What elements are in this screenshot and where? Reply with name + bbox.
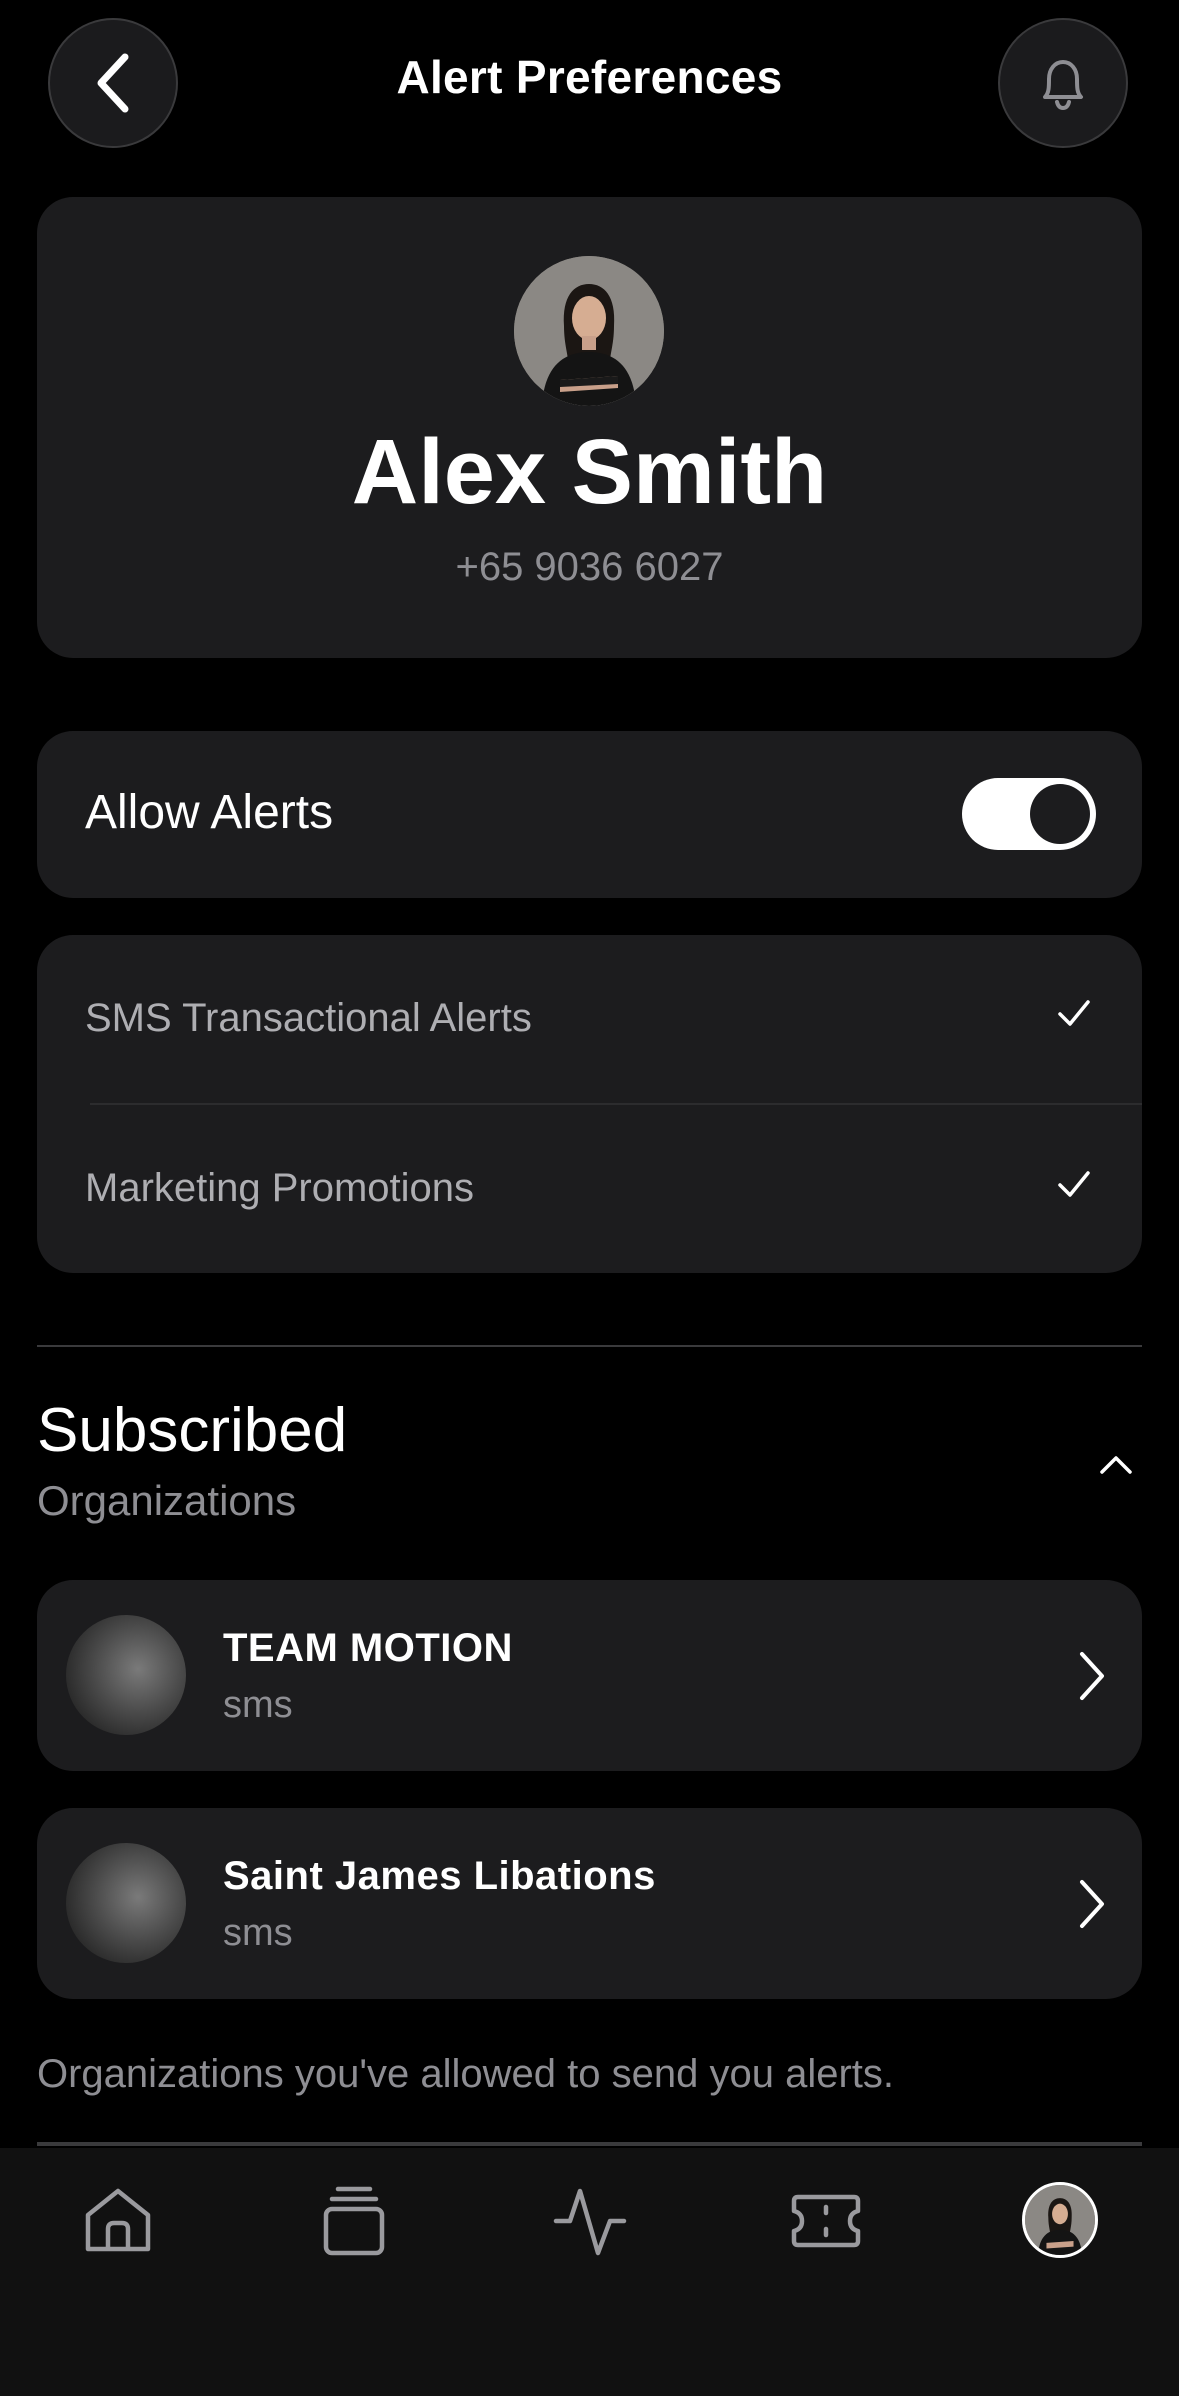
option-marketing-promotions[interactable]: Marketing Promotions: [85, 1166, 474, 1211]
profile-tab-avatar[interactable]: [1022, 2182, 1098, 2258]
user-avatar: [514, 256, 664, 406]
home-icon[interactable]: [80, 2183, 156, 2259]
chevron-right-icon[interactable]: [1072, 1874, 1112, 1934]
bell-icon: [1043, 60, 1083, 111]
org-type: sms: [223, 1912, 293, 1954]
check-icon[interactable]: [1054, 993, 1094, 1033]
org-name: Saint James Libations: [223, 1854, 656, 1898]
org-row[interactable]: [37, 1808, 1142, 1999]
subscribed-footnote: Organizations you've allowed to send you…: [37, 2052, 895, 2096]
cards-icon[interactable]: [316, 2183, 392, 2259]
org-avatar: [66, 1843, 186, 1963]
chevron-up-icon[interactable]: [1096, 1448, 1136, 1478]
allow-alerts-label: Allow Alerts: [85, 786, 334, 839]
check-icon[interactable]: [1054, 1164, 1094, 1204]
divider: [90, 1103, 1142, 1105]
org-name: TEAM MOTION: [223, 1626, 513, 1670]
org-row[interactable]: [37, 1580, 1142, 1771]
org-type: sms: [223, 1684, 293, 1726]
subscribed-subtitle: Organizations: [37, 1477, 297, 1524]
activity-icon[interactable]: [552, 2183, 628, 2259]
profile-phone: +65 9036 6027: [455, 545, 724, 589]
allow-alerts-toggle[interactable]: [962, 778, 1096, 850]
scroll-indicator: [37, 2142, 1142, 2146]
subscribed-title: Subscribed: [37, 1396, 348, 1465]
toggle-knob: [1030, 784, 1090, 844]
profile-name: Alex Smith: [351, 421, 828, 523]
ticket-icon[interactable]: [788, 2183, 864, 2259]
section-divider: [37, 1345, 1142, 1347]
chevron-right-icon[interactable]: [1072, 1646, 1112, 1706]
notifications-button[interactable]: [998, 18, 1128, 148]
option-sms-transactional[interactable]: SMS Transactional Alerts: [85, 996, 532, 1041]
org-avatar: [66, 1615, 186, 1735]
